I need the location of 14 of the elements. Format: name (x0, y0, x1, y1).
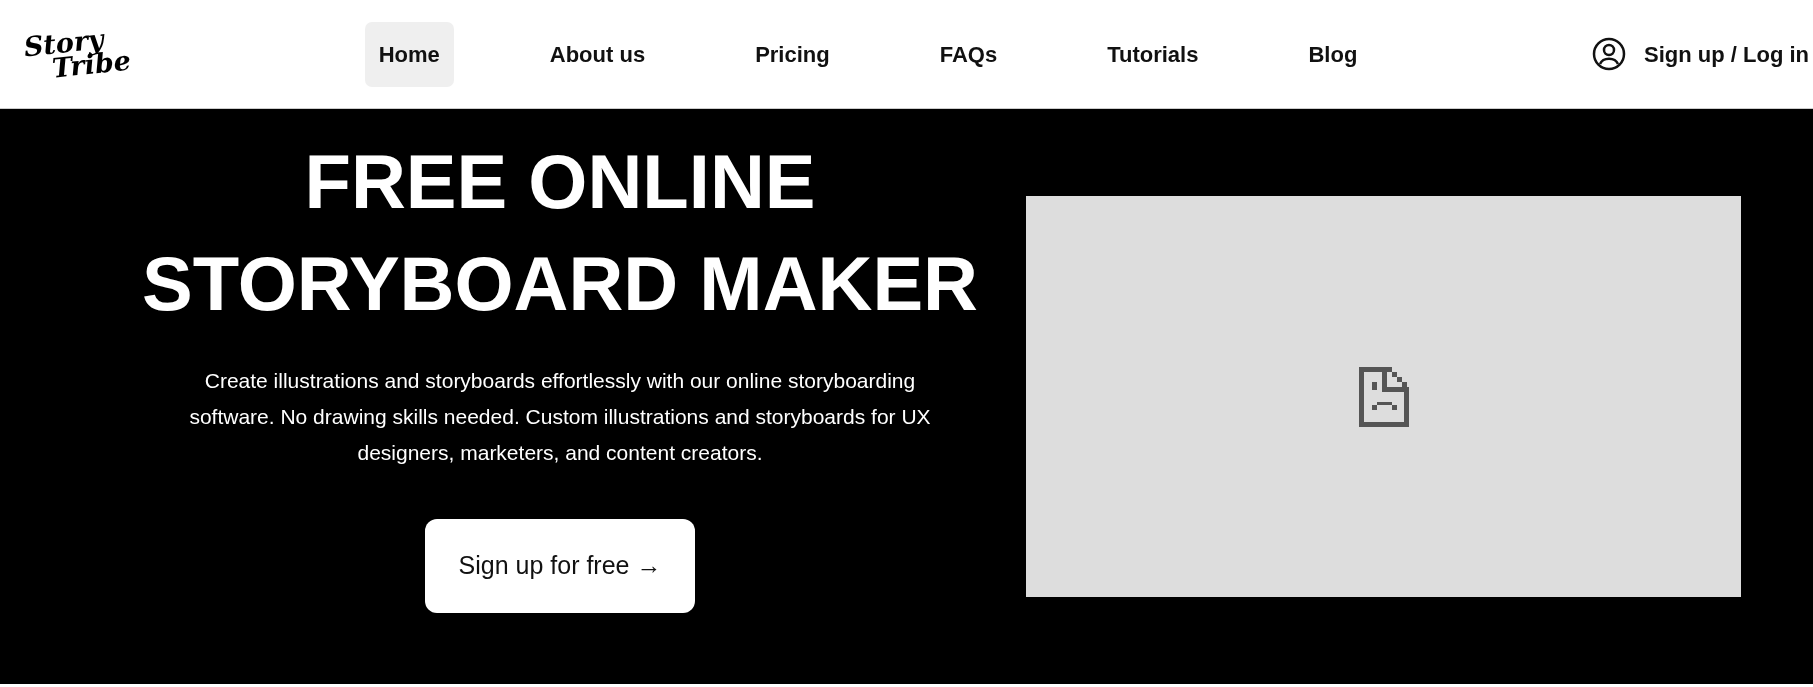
sign-up-login-link[interactable]: Sign up / Log in (1592, 37, 1809, 71)
nav-link[interactable]: Tutorials (1093, 21, 1213, 87)
logo[interactable]: Story Tribe (22, 24, 132, 84)
nav-link[interactable]: About us (535, 21, 660, 87)
nav-link[interactable]: Pricing (741, 21, 844, 87)
broken-image-icon (1358, 366, 1409, 427)
hero-title: STORYBOARD MAKER (141, 240, 978, 328)
sign-up-button[interactable]: Sign up for free → (424, 519, 696, 613)
nav-link[interactable]: Home (364, 21, 454, 87)
user-icon (1592, 37, 1627, 71)
nav-link[interactable]: FAQs (925, 21, 1012, 87)
hero-title: FREE ONLINE (304, 138, 816, 226)
nav-link[interactable]: Blog (1294, 21, 1372, 87)
hero-description: Create illustrations and storyboards effortlessly with our online storyboarding software. No drawing skills needed. Custom illustrations and storyboards for UX designers, marketers, and content creators. (188, 368, 932, 466)
